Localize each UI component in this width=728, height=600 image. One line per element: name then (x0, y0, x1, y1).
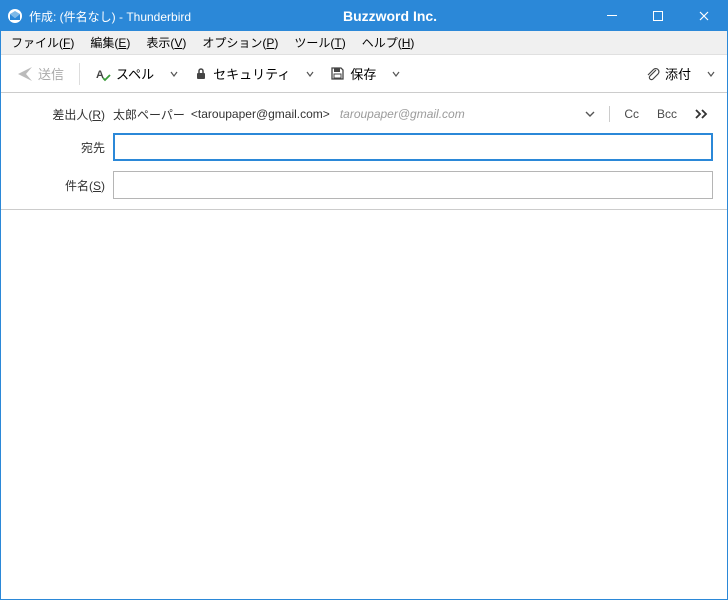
minimize-button[interactable] (589, 1, 635, 31)
menu-view[interactable]: 表示(V) (138, 31, 194, 54)
window-controls (589, 1, 727, 31)
menu-help[interactable]: ヘルプ(H) (354, 31, 423, 54)
security-button[interactable]: セキュリティ (186, 60, 298, 87)
window-title: 作成: (件名なし) - Thunderbird (29, 8, 191, 25)
brand-text: Buzzword Inc. (191, 8, 589, 24)
paperclip-icon (645, 66, 660, 81)
from-email: <taroupaper@gmail.com> (191, 107, 330, 121)
security-label: セキュリティ (213, 64, 290, 83)
maximize-button[interactable] (635, 1, 681, 31)
attach-button[interactable]: 添付 (637, 60, 699, 87)
to-input[interactable] (113, 133, 713, 161)
menu-options[interactable]: オプション(P) (194, 31, 286, 54)
addressing-area: 差出人(R) 太郎ペーパー <taroupaper@gmail.com> tar… (1, 93, 727, 210)
bcc-button[interactable]: Bcc (653, 105, 681, 123)
titlebar: 作成: (件名なし) - Thunderbird Buzzword Inc. (1, 1, 727, 31)
to-label: 宛先 (15, 139, 105, 156)
send-label: 送信 (38, 64, 64, 83)
spell-label: スペル (116, 64, 154, 83)
from-name: 太郎ペーパー (113, 106, 185, 123)
subject-input[interactable] (113, 171, 713, 199)
to-row: 宛先 (15, 133, 713, 161)
spell-dropdown[interactable] (166, 66, 182, 82)
send-button: 送信 (9, 60, 72, 87)
app-icon (7, 8, 23, 24)
menu-edit[interactable]: 編集(E) (82, 31, 138, 54)
send-icon (17, 66, 33, 82)
from-controls: Cc Bcc (581, 105, 713, 123)
spell-icon: A (95, 66, 111, 82)
from-label: 差出人(R) (15, 106, 105, 123)
save-dropdown[interactable] (388, 66, 404, 82)
spell-button[interactable]: A スペル (87, 60, 162, 87)
attach-dropdown[interactable] (703, 66, 719, 82)
from-value[interactable]: 太郎ペーパー <taroupaper@gmail.com> taroupaper… (113, 106, 573, 123)
subject-label: 件名(S) (15, 177, 105, 194)
menubar: ファイル(F) 編集(E) 表示(V) オプション(P) ツール(T) ヘルプ(… (1, 31, 727, 55)
security-dropdown[interactable] (302, 66, 318, 82)
close-button[interactable] (681, 1, 727, 31)
toolbar: 送信 A スペル セキュリティ 保存 添付 (1, 55, 727, 93)
from-dropdown[interactable] (581, 107, 599, 121)
cc-button[interactable]: Cc (620, 105, 643, 123)
save-label: 保存 (350, 64, 376, 83)
save-icon (330, 66, 345, 81)
more-recipients-button[interactable] (691, 107, 713, 121)
lock-icon (194, 67, 208, 81)
separator (609, 106, 610, 122)
menu-tools[interactable]: ツール(T) (286, 31, 353, 54)
menu-file[interactable]: ファイル(F) (3, 31, 82, 54)
from-row: 差出人(R) 太郎ペーパー <taroupaper@gmail.com> tar… (15, 105, 713, 123)
svg-text:A: A (96, 69, 104, 81)
separator (79, 63, 80, 85)
save-button[interactable]: 保存 (322, 60, 384, 87)
subject-row: 件名(S) (15, 171, 713, 199)
attach-label: 添付 (665, 64, 691, 83)
from-identity: taroupaper@gmail.com (340, 107, 465, 121)
message-body[interactable] (1, 210, 727, 598)
